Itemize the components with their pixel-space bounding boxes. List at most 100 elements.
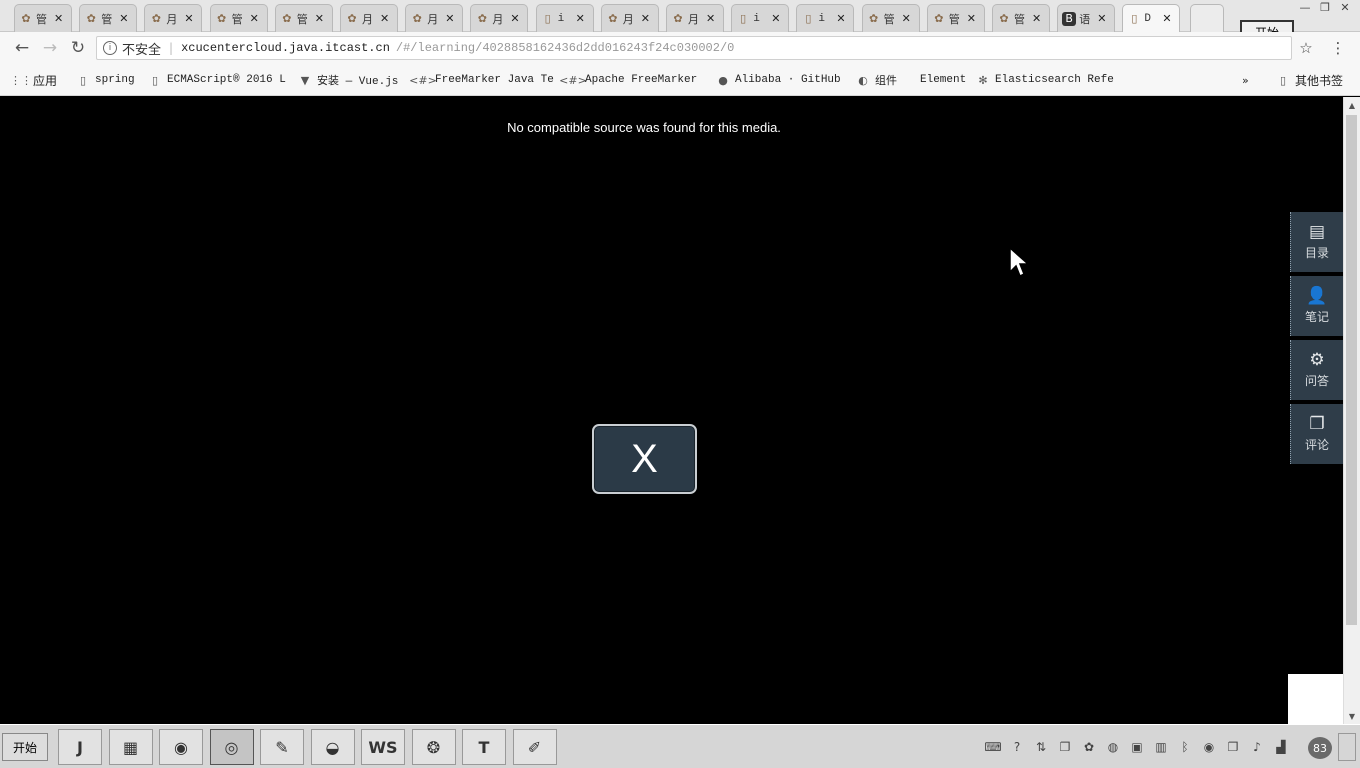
close-icon[interactable]: ✕ <box>771 12 780 25</box>
bookmark-elasticsearch[interactable]: ✻ Elasticsearch Refe <box>976 70 1113 90</box>
tab-strip: ✿ 管 ✕ ✿ 管 ✕ ✿ 月 ✕ ✿ 管 ✕ ✿ 管 ✕ ✿ 月 ✕ ✿ 月 ✕ ✿ 月 ✕ ▯ i ✕ ✿ 月 ✕ ✿ 月 ✕ ▯ i ✕ ▯ i ✕ ✿… <box>0 0 1360 32</box>
app-tray-icon[interactable]: ▥ <box>1153 739 1169 755</box>
close-icon[interactable]: ✕ <box>184 12 193 25</box>
taskbar-app-8[interactable]: ❂ <box>411 729 456 765</box>
tab[interactable]: ✿ 管 ✕ <box>79 4 138 32</box>
other-bookmarks[interactable]: ▯ 其他书签 <box>1276 70 1343 90</box>
taskbar-app-3[interactable]: ◉ <box>159 729 203 765</box>
bookmark-apps[interactable]: ⋮⋮ 应用 <box>10 70 57 90</box>
close-icon[interactable]: ✕ <box>641 12 650 25</box>
bookmarks-overflow-icon[interactable]: » <box>1242 70 1249 90</box>
close-icon[interactable]: ✕ <box>576 12 585 25</box>
restore-icon[interactable]: ❐ <box>1316 0 1334 14</box>
app-tray-icon[interactable]: ◉ <box>1201 739 1217 755</box>
taskbar-chrome[interactable]: ◎ <box>209 729 254 765</box>
keyboard-icon[interactable]: ⌨ <box>984 739 1001 755</box>
tray-badge[interactable]: 83 <box>1308 737 1332 759</box>
bookmark-spring[interactable]: ▯ spring <box>76 70 135 90</box>
tab[interactable]: ✿ 月 ✕ <box>144 4 203 32</box>
close-icon[interactable]: ✕ <box>967 12 976 25</box>
close-icon[interactable]: ✕ <box>836 12 845 25</box>
bookmark-github[interactable]: ● Alibaba · GitHub <box>716 70 840 90</box>
tab[interactable]: ✿ 管 ✕ <box>209 4 268 32</box>
tab[interactable]: ✿ 月 ✕ <box>600 4 659 32</box>
taskbar-app-10[interactable]: ✐ <box>512 729 557 765</box>
app-tray-icon[interactable]: ✿ <box>1081 739 1097 755</box>
tab[interactable]: ✿ 管 ✕ <box>274 4 333 32</box>
close-icon[interactable]: ✕ <box>119 12 128 25</box>
close-icon[interactable]: ✕ <box>1336 0 1354 14</box>
close-icon[interactable]: ✕ <box>380 12 389 25</box>
scroll-down-icon[interactable]: ▼ <box>1344 708 1360 724</box>
tab[interactable]: ✿ 管 ✕ <box>992 4 1050 32</box>
tab-label: 管 <box>948 14 960 27</box>
back-icon[interactable]: ← <box>8 34 36 62</box>
tab[interactable]: B 语 ✕ <box>1057 4 1116 32</box>
tab[interactable]: ▯ D ✕ <box>1122 4 1181 32</box>
tab[interactable]: ✿ 月 ✕ <box>405 4 464 32</box>
forward-icon[interactable]: → <box>36 34 64 62</box>
close-icon[interactable]: ✕ <box>1162 12 1171 25</box>
bookmark-element[interactable]: Element <box>920 70 966 90</box>
side-qa-button[interactable]: ⚙ 问答 <box>1290 340 1343 400</box>
tab[interactable]: ✿ 管 ✕ <box>861 4 920 32</box>
taskbar-webstorm[interactable]: WS <box>361 729 405 765</box>
scroll-up-icon[interactable]: ▲ <box>1344 97 1360 113</box>
close-icon[interactable]: ✕ <box>445 12 454 25</box>
bookmark-components[interactable]: ◐ 组件 <box>856 70 897 90</box>
tab[interactable]: ✿ 管 ✕ <box>14 4 72 32</box>
new-tab-button[interactable] <box>1189 4 1224 32</box>
taskbar-intellij[interactable]: J <box>58 729 102 765</box>
close-icon[interactable]: ✕ <box>1097 12 1106 25</box>
close-button[interactable]: X <box>592 424 697 494</box>
close-icon[interactable]: ✕ <box>315 12 324 25</box>
taskbar-app-6[interactable]: ◒ <box>310 729 355 765</box>
tab[interactable]: ✿ 月 ✕ <box>340 4 398 32</box>
close-icon[interactable]: ✕ <box>902 12 911 25</box>
menu-icon[interactable]: ⋮ <box>1330 38 1346 58</box>
taskbar-typora[interactable]: T <box>462 729 506 765</box>
tab[interactable]: ▯ i ✕ <box>731 4 790 32</box>
minimize-icon[interactable]: — <box>1296 0 1314 14</box>
bookmark-apache-freemarker[interactable]: <#> Apache FreeMarker <box>559 70 697 90</box>
close-icon[interactable]: ✕ <box>250 12 259 25</box>
bluetooth-icon[interactable]: ᛒ <box>1177 739 1193 755</box>
help-icon[interactable]: ? <box>1009 739 1025 755</box>
taskbar: 开始 ⌨? ⇅ ❐ ✿ ◍ ▣ ▥ ᛒ ◉ ❐ ♪ ▟ 83 J ▦ ◉ ◎ ✎ ◒ WS ❂ T ✐ <box>0 724 1360 768</box>
nvidia-icon[interactable]: ▣ <box>1129 739 1145 755</box>
side-comments-button[interactable]: ❐ 评论 <box>1290 404 1343 464</box>
scroll-thumb[interactable] <box>1346 115 1357 625</box>
taskbar-app-5[interactable]: ✎ <box>260 729 304 765</box>
close-icon[interactable]: ✕ <box>510 12 519 25</box>
video-player[interactable]: No compatible source was found for this … <box>0 97 1343 724</box>
vertical-scrollbar[interactable]: ▲ ▼ <box>1343 97 1360 724</box>
window-icon[interactable]: ❐ <box>1057 739 1073 755</box>
huawei-icon: ✿ <box>21 12 31 25</box>
tab[interactable]: ✿ 月 ✕ <box>666 4 724 32</box>
bookmark-vue[interactable]: ▼ 安装 — Vue.js <box>298 70 399 90</box>
close-icon[interactable]: ✕ <box>54 12 63 25</box>
bookmark-freemarker-java[interactable]: <#> FreeMarker Java Te <box>409 70 554 90</box>
app-tray-icon[interactable]: ◍ <box>1105 739 1121 755</box>
network-icon[interactable]: ⇅ <box>1033 739 1049 755</box>
side-notes-button[interactable]: 👤 笔记 <box>1290 276 1343 336</box>
tab[interactable]: ✿ 管 ✕ <box>926 4 985 32</box>
start-button[interactable]: 开始 <box>2 733 48 761</box>
show-desktop-button[interactable] <box>1338 733 1356 761</box>
reload-icon[interactable]: ↻ <box>64 34 92 62</box>
volume-icon[interactable]: ♪ <box>1249 739 1265 755</box>
bookmark-ecmascript[interactable]: ▯ ECMAScript® 2016 L <box>148 70 286 90</box>
info-icon[interactable]: i <box>103 41 117 55</box>
huawei-icon: ✿ <box>934 12 944 25</box>
signal-icon[interactable]: ▟ <box>1273 739 1289 755</box>
tab[interactable]: ✿ 月 ✕ <box>470 4 529 32</box>
close-icon[interactable]: ✕ <box>1032 12 1041 25</box>
side-catalog-button[interactable]: ▤ 目录 <box>1290 212 1343 272</box>
star-icon[interactable]: ☆ <box>1296 38 1316 58</box>
close-icon[interactable]: ✕ <box>706 12 715 25</box>
taskbar-files[interactable]: ▦ <box>108 729 153 765</box>
clipboard-icon[interactable]: ❐ <box>1225 739 1241 755</box>
tab[interactable]: ▯ i ✕ <box>535 4 594 32</box>
tab[interactable]: ▯ i ✕ <box>796 4 855 32</box>
address-input[interactable]: i 不安全 | xcucentercloud.java.itcast.cn /#… <box>96 36 1292 60</box>
